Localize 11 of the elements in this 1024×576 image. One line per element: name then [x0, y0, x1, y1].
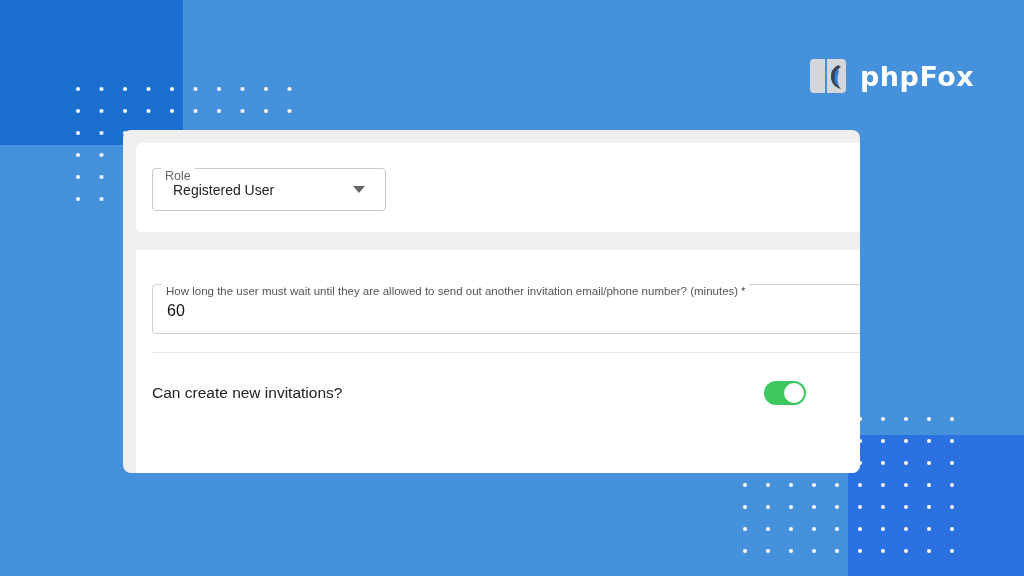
toggle-switch[interactable] [764, 381, 806, 405]
required-mark: * [741, 285, 746, 299]
logo-icon [808, 57, 848, 95]
caret-icon [353, 186, 365, 193]
field-label: How long the user must wait until they are allowed to send out another invitation email/phone number? (minutes) [166, 284, 739, 299]
field-value: 60 [167, 302, 185, 321]
brand-name: phpFox [860, 60, 975, 92]
toggle-label: Can create new invitations? [152, 384, 343, 402]
role-dropdown[interactable]: Role Registered User [152, 168, 386, 211]
wait-time-field[interactable]: How long the user must wait until they are allowed to send out another invitation email/phone number? (minutes) * 60 [152, 284, 860, 334]
field-value: Registered User [173, 181, 275, 198]
